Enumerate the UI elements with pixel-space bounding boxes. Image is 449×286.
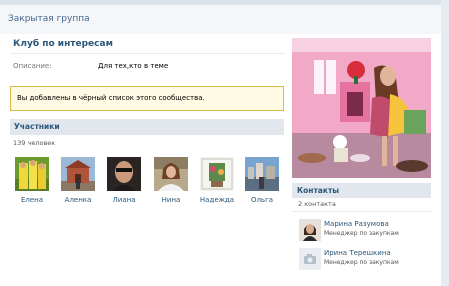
camera-icon[interactable] — [299, 248, 321, 270]
member-card[interactable]: Нина — [149, 157, 193, 204]
blacklist-notice: Вы добавлены в чёрный список этого сообщ… — [10, 86, 284, 111]
divider — [292, 211, 431, 212]
contact-avatar[interactable] — [299, 219, 321, 241]
contacts-title[interactable]: Контакты — [297, 186, 339, 195]
contact-name[interactable]: Ирина Терешкина — [324, 249, 391, 257]
member-photo[interactable] — [107, 157, 141, 191]
members-header[interactable]: Участники — [10, 119, 284, 135]
description-value: Для тех,кто в теме — [98, 62, 169, 70]
member-card[interactable]: Ольга — [240, 157, 284, 204]
member-photo[interactable] — [15, 157, 49, 191]
contacts-count: 2 контакта — [298, 200, 336, 208]
member-card[interactable]: Аленка — [56, 157, 100, 204]
member-name[interactable]: Елена — [10, 196, 54, 204]
contact-item[interactable]: Марина Разумова Менеджер по закупкам — [299, 219, 429, 243]
contact-role: Менеджер по закупкам — [324, 230, 399, 237]
page-title: Закрытая группа — [8, 14, 90, 24]
member-name[interactable]: Надежда — [195, 196, 239, 204]
contact-role: Менеджер по закупкам — [324, 259, 399, 266]
member-card[interactable]: Елена — [10, 157, 54, 204]
members-count: 139 человек — [13, 139, 56, 147]
member-name[interactable]: Лиана — [102, 196, 146, 204]
group-name: Клуб по интересам — [13, 39, 113, 49]
member-photo[interactable] — [200, 157, 234, 191]
member-card[interactable]: Надежда — [195, 157, 239, 204]
member-photo[interactable] — [245, 157, 279, 191]
description-label: Описание: — [13, 62, 52, 70]
contacts-header[interactable]: Контакты — [292, 183, 431, 198]
contact-name[interactable]: Марина Разумова — [324, 220, 389, 228]
notice-text: Вы добавлены в чёрный список этого сообщ… — [17, 94, 205, 102]
member-photo[interactable] — [61, 157, 95, 191]
group-cover-image[interactable] — [292, 38, 431, 178]
member-card[interactable]: Лиана — [102, 157, 146, 204]
member-name[interactable]: Нина — [149, 196, 193, 204]
member-photo[interactable] — [154, 157, 188, 191]
members-title[interactable]: Участники — [14, 122, 60, 131]
page-header: Закрытая группа — [0, 5, 449, 34]
divider — [10, 53, 285, 54]
contact-item[interactable]: Ирина Терешкина Менеджер по закупкам — [299, 248, 429, 272]
member-name[interactable]: Аленка — [56, 196, 100, 204]
right-border — [441, 0, 449, 286]
member-name[interactable]: Ольга — [240, 196, 284, 204]
